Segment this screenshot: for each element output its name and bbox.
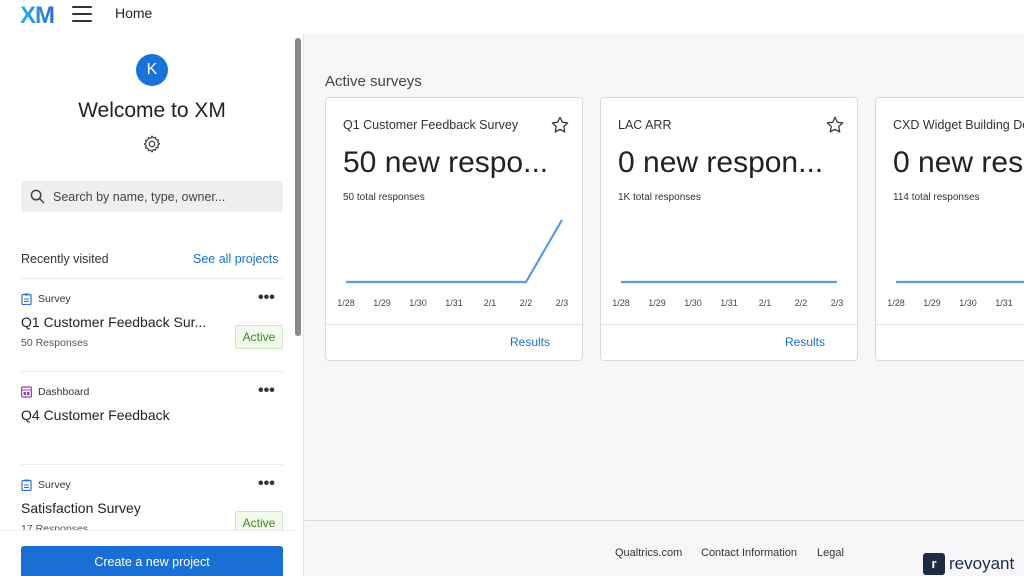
search-box bbox=[21, 181, 283, 212]
x-tick-label: 2/3 bbox=[556, 298, 569, 308]
search-icon bbox=[30, 189, 45, 204]
status-badge: Active bbox=[235, 325, 283, 349]
xm-logo[interactable]: XM bbox=[20, 2, 55, 30]
item-type-label: Survey bbox=[38, 293, 71, 305]
contact-information-link[interactable]: Contact Information bbox=[701, 547, 797, 559]
x-tick-label: 1/31 bbox=[720, 298, 738, 308]
x-tick-label: 1/28 bbox=[337, 298, 355, 308]
item-name[interactable]: Q4 Customer Feedback bbox=[21, 407, 170, 423]
responses-chart: 1/28 1/29 1/30 1/31 bbox=[887, 280, 1024, 308]
x-tick-label: 1/29 bbox=[648, 298, 666, 308]
card-title: LAC ARR bbox=[618, 118, 672, 132]
star-icon[interactable] bbox=[550, 115, 570, 135]
item-name[interactable]: Q1 Customer Feedback Sur... bbox=[21, 314, 206, 330]
recently-visited-label: Recently visited bbox=[21, 252, 109, 266]
sidebar-scrollbar[interactable] bbox=[295, 38, 301, 336]
new-responses-count: 0 new res bbox=[893, 146, 1024, 179]
series-line bbox=[346, 219, 563, 284]
more-options-icon[interactable]: ••• bbox=[258, 476, 275, 492]
create-project-button[interactable]: Create a new project bbox=[21, 546, 283, 576]
x-tick-label: 1/30 bbox=[684, 298, 702, 308]
gear-icon[interactable] bbox=[142, 134, 162, 154]
item-name[interactable]: Satisfaction Survey bbox=[21, 500, 141, 516]
divider bbox=[601, 324, 857, 325]
item-type-label: Survey bbox=[38, 479, 71, 491]
x-tick-label: 1/29 bbox=[373, 298, 391, 308]
section-title: Active surveys bbox=[325, 73, 422, 90]
x-tick-label: 1/31 bbox=[995, 298, 1013, 308]
avatar[interactable]: K bbox=[136, 54, 168, 86]
more-options-icon[interactable]: ••• bbox=[258, 383, 275, 399]
x-tick-label: 1/30 bbox=[409, 298, 427, 308]
new-responses-count: 50 new respo... bbox=[343, 146, 549, 179]
welcome-heading: Welcome to XM bbox=[78, 99, 226, 122]
survey-icon bbox=[21, 479, 32, 491]
more-options-icon[interactable]: ••• bbox=[258, 290, 275, 306]
revoyant-text: revoyant bbox=[949, 554, 1015, 573]
total-responses: 50 total responses bbox=[343, 192, 425, 203]
main-content: Active surveys Q1 Customer Feedback Surv… bbox=[305, 34, 1024, 520]
x-tick-label: 1/29 bbox=[923, 298, 941, 308]
x-tick-label: 2/1 bbox=[759, 298, 772, 308]
x-tick-label: 2/1 bbox=[484, 298, 497, 308]
survey-icon bbox=[21, 293, 32, 305]
x-tick-label: 2/2 bbox=[795, 298, 808, 308]
top-bar: XM Home bbox=[0, 0, 1024, 34]
x-tick-label: 1/28 bbox=[612, 298, 630, 308]
results-link[interactable]: Results bbox=[785, 335, 825, 349]
footer: Qualtrics.com Contact Information Legal … bbox=[305, 520, 1024, 576]
menu-icon[interactable] bbox=[72, 6, 92, 22]
legal-link[interactable]: Legal bbox=[817, 547, 844, 559]
revoyant-logo: r revoyant bbox=[923, 553, 1014, 575]
x-tick-label: 2/2 bbox=[520, 298, 533, 308]
card-title: CXD Widget Building De bbox=[893, 118, 1024, 132]
new-responses-count: 0 new respon... bbox=[618, 146, 824, 179]
survey-card[interactable]: CXD Widget Building De 0 new res 114 tot… bbox=[875, 97, 1024, 361]
divider bbox=[326, 324, 582, 325]
divider bbox=[876, 324, 1024, 325]
x-tick-label: 1/28 bbox=[887, 298, 905, 308]
search-input[interactable] bbox=[53, 181, 278, 212]
x-tick-label: 1/31 bbox=[445, 298, 463, 308]
sidebar: K Welcome to XM Recently visited See all… bbox=[0, 34, 304, 576]
revoyant-mark: r bbox=[923, 553, 945, 575]
page-title: Home bbox=[115, 5, 153, 21]
total-responses: 114 total responses bbox=[893, 192, 980, 203]
survey-card[interactable]: LAC ARR 0 new respon... 1K total respons… bbox=[600, 97, 858, 361]
responses-chart: 1/28 1/29 1/30 1/31 2/1 2/2 2/3 bbox=[612, 280, 844, 308]
list-item[interactable]: Dashboard Q4 Customer Feedback ••• bbox=[0, 372, 295, 464]
x-tick-label: 1/30 bbox=[959, 298, 977, 308]
star-icon[interactable] bbox=[825, 115, 845, 135]
item-responses: 50 Responses bbox=[21, 337, 89, 349]
item-type-label: Dashboard bbox=[38, 386, 90, 398]
qualtrics-link[interactable]: Qualtrics.com bbox=[615, 547, 682, 559]
card-title: Q1 Customer Feedback Survey bbox=[343, 118, 519, 132]
responses-chart: 1/28 1/29 1/30 1/31 2/1 2/2 2/3 bbox=[337, 219, 569, 308]
see-all-projects-link[interactable]: See all projects bbox=[193, 252, 278, 266]
list-item[interactable]: Survey Q1 Customer Feedback Sur... 50 Re… bbox=[0, 279, 295, 371]
survey-card[interactable]: Q1 Customer Feedback Survey 50 new respo… bbox=[325, 97, 583, 361]
total-responses: 1K total responses bbox=[618, 192, 701, 203]
results-link[interactable]: Results bbox=[510, 335, 550, 349]
dashboard-icon bbox=[21, 386, 32, 398]
x-tick-label: 2/3 bbox=[831, 298, 844, 308]
